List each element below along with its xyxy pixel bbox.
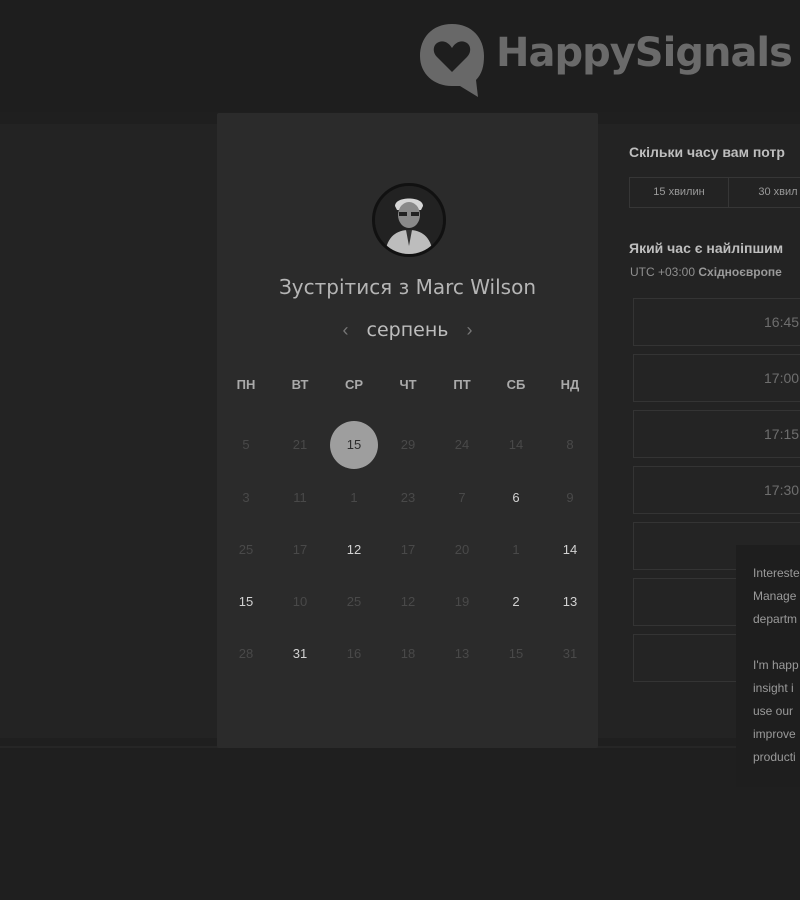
timezone-offset: UTC +03:00 — [630, 265, 696, 279]
calendar-day[interactable]: 13 — [543, 578, 597, 626]
calendar-day[interactable]: 12 — [327, 526, 381, 574]
calendar-day[interactable]: 31 — [273, 630, 327, 678]
weekday-sun: НД — [560, 377, 580, 392]
time-slot[interactable]: 17:30 — [633, 466, 800, 514]
duration-question: Скільки часу вам потр — [629, 144, 785, 160]
calendar-day: 14 — [508, 437, 524, 452]
calendar-day: 12 — [400, 594, 416, 609]
weekday-mon: ПН — [236, 377, 256, 392]
duration-option[interactable]: 30 хвил — [729, 178, 800, 207]
popup-line: departm — [753, 612, 798, 626]
time-question: Який час є найліпшим — [629, 240, 784, 256]
header: HappySignals — [0, 0, 800, 112]
popup-line: insight i — [753, 681, 794, 695]
duration-option[interactable]: 15 хвилин — [630, 178, 729, 207]
calendar-day: 9 — [566, 490, 574, 505]
calendar-day[interactable]: 14 — [543, 526, 597, 574]
heart-speech-bubble-icon — [420, 24, 484, 97]
calendar-day: 7 — [458, 490, 466, 505]
calendar-day-selected[interactable]: 15 — [327, 421, 381, 469]
popup-line: producti — [753, 750, 796, 764]
calendar-day: 25 — [238, 542, 254, 557]
calendar-day: 25 — [346, 594, 362, 609]
calendar-day: 1 — [350, 490, 358, 505]
timezone-name: Східноєвропе — [698, 265, 782, 279]
calendar-day: 31 — [562, 646, 578, 661]
popup-line: Manage — [753, 589, 797, 603]
calendar-day: 17 — [292, 542, 308, 557]
time-slot[interactable]: 16:45 — [633, 298, 800, 346]
time-slot[interactable]: 17:15 — [633, 410, 800, 458]
calendar-day[interactable]: 6 — [489, 474, 543, 522]
duration-selector: 15 хвилин 30 хвил — [629, 177, 800, 208]
calendar-week: 28 31 16 18 13 15 31 — [219, 630, 599, 678]
calendar-day-number: 15 — [330, 421, 378, 469]
weekday-thu: ЧТ — [399, 377, 417, 392]
weekday-header: ПН ВТ СР ЧТ ПТ СБ НД — [219, 377, 599, 392]
weekday-sat: СБ — [506, 377, 526, 392]
calendar-day: 24 — [454, 437, 470, 452]
calendar-day: 8 — [566, 437, 574, 452]
calendar-week: 25 17 12 17 20 1 14 — [219, 526, 599, 574]
weekday-fri: ПТ — [453, 377, 471, 392]
calendar-card: Зустрітися з Marc Wilson ‹ серпень › ПН … — [217, 113, 598, 748]
calendar-day: 1 — [512, 542, 520, 557]
brand-logo[interactable]: HappySignals — [418, 22, 793, 98]
time-slot[interactable]: 17:00 — [633, 354, 800, 402]
calendar-day: 15 — [508, 646, 524, 661]
calendar-day[interactable]: 15 — [219, 578, 273, 626]
calendar-day: 28 — [238, 646, 254, 661]
calendar-day: 23 — [400, 490, 416, 505]
calendar-day: 29 — [400, 437, 416, 452]
calendar-day: 17 — [400, 542, 416, 557]
calendar-day: 18 — [400, 646, 416, 661]
calendar-day: 5 — [242, 437, 250, 452]
calendar-day: 19 — [454, 594, 470, 609]
next-month-icon[interactable]: › — [466, 321, 472, 339]
meeting-title: Зустрітися з Marc Wilson — [278, 275, 536, 299]
month-label: серпень — [366, 319, 449, 341]
popup-line: use our — [753, 704, 794, 718]
calendar-week: 3 11 1 23 7 6 9 — [219, 474, 599, 522]
weekday-tue: ВТ — [291, 377, 309, 392]
calendar-day: 3 — [242, 490, 250, 505]
timezone-label[interactable]: UTC +03:00 Східноєвропе — [630, 265, 782, 279]
weekday-wed: СР — [344, 377, 364, 392]
avatar — [372, 183, 446, 257]
calendar-day: 16 — [346, 646, 362, 661]
popup-line: I'm happ — [753, 658, 799, 672]
calendar-week: 15 10 25 12 19 2 13 — [219, 578, 599, 626]
calendar-day: 11 — [293, 490, 307, 505]
month-navigator: ‹ серпень › — [217, 319, 598, 341]
brand-name: HappySignals — [496, 30, 793, 76]
popup-line: improve — [753, 727, 796, 741]
chat-popup[interactable]: Intereste Manage departm I'm happ insigh… — [736, 545, 800, 787]
calendar-day: 21 — [292, 437, 308, 452]
calendar-day: 13 — [454, 646, 470, 661]
scheduler-page: HappySignals Зустрітися з Marc Wilson ‹ … — [0, 0, 800, 900]
person-avatar-icon — [375, 186, 443, 254]
calendar-day: 10 — [292, 594, 308, 609]
calendar-day[interactable]: 2 — [489, 578, 543, 626]
calendar-week: 5 21 15 29 24 14 8 — [219, 421, 599, 469]
prev-month-icon[interactable]: ‹ — [343, 321, 349, 339]
popup-line: Intereste — [753, 566, 800, 580]
calendar-day: 20 — [454, 542, 470, 557]
